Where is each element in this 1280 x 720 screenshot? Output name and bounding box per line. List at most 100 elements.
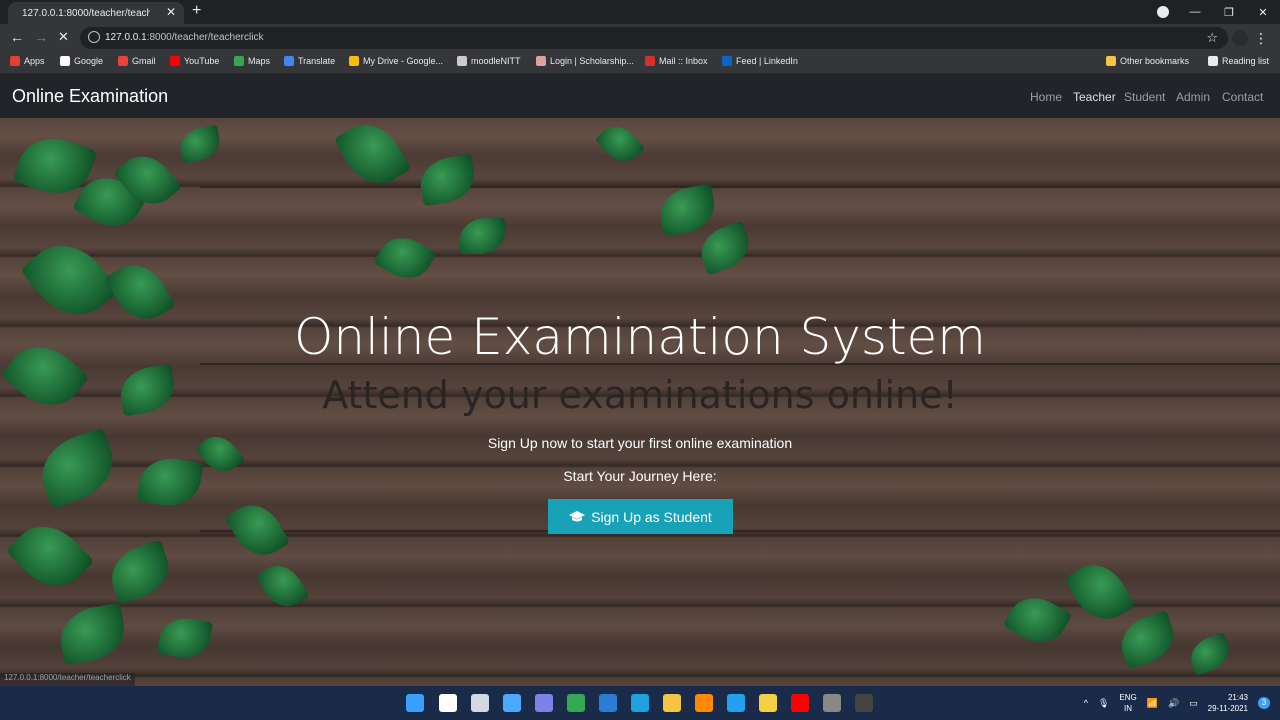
bookmark-item[interactable]: My Drive - Google... bbox=[349, 56, 443, 66]
address-bar[interactable]: 127.0.0.1:8000/teacher/teacherclick ☆ bbox=[80, 27, 1228, 49]
bookmark-label: Gmail bbox=[132, 56, 156, 66]
tab-title: 127.0.0.1:8000/teacher/teachercli bbox=[22, 7, 150, 19]
bookmark-item[interactable]: moodleNITT bbox=[457, 56, 521, 66]
ivy-leaf bbox=[103, 539, 177, 605]
bookmark-label: Mail :: Inbox bbox=[659, 56, 708, 66]
wood-plank-seam bbox=[200, 530, 1280, 532]
hero-title: Online Examination System bbox=[293, 308, 987, 366]
bookmark-star-icon[interactable]: ☆ bbox=[1206, 30, 1218, 46]
site-info-icon[interactable] bbox=[88, 31, 100, 43]
bookmark-item[interactable]: Google bbox=[60, 56, 103, 66]
widgets-icon[interactable] bbox=[503, 694, 521, 712]
bookmark-favicon-icon bbox=[60, 56, 70, 66]
task-view-icon[interactable] bbox=[471, 694, 489, 712]
windows-start-icon[interactable] bbox=[406, 694, 424, 712]
site-navbar: Online Examination Home Teacher Student … bbox=[0, 75, 1280, 118]
ivy-leaf bbox=[694, 220, 756, 276]
nav-link-admin[interactable]: Admin bbox=[1176, 90, 1210, 104]
hero-tagline: Sign Up now to start your first online e… bbox=[487, 435, 793, 451]
ivy-leaf bbox=[373, 228, 437, 288]
tray-overflow-icon[interactable]: ^ bbox=[1084, 698, 1088, 708]
nav-link-teacher[interactable]: Teacher bbox=[1073, 90, 1116, 104]
site-brand[interactable]: Online Examination bbox=[12, 86, 168, 107]
tab-close-icon[interactable]: ✕ bbox=[166, 5, 176, 19]
app-icon[interactable] bbox=[823, 694, 841, 712]
stop-loading-button[interactable]: ✕ bbox=[58, 30, 69, 44]
status-url: 127.0.0.1:8000/teacher/teacherclick bbox=[0, 673, 135, 686]
ivy-leaf bbox=[177, 124, 223, 164]
ivy-leaf bbox=[156, 613, 214, 663]
bookmark-label: My Drive - Google... bbox=[363, 56, 444, 66]
tab-strip: 127.0.0.1:8000/teacher/teachercli ✕ + — … bbox=[0, 0, 1280, 24]
avatar[interactable] bbox=[1232, 30, 1248, 46]
chrome-icon[interactable] bbox=[567, 694, 585, 712]
web-page: Online Examination Home Teacher Student … bbox=[0, 75, 1280, 686]
maximize-button[interactable]: ❐ bbox=[1212, 6, 1246, 19]
bookmark-label: Feed | LinkedIn bbox=[736, 56, 798, 66]
windows-taskbar: ^ 🎙 ENG IN 📶 🔊 ▭ 21:43 29-11-2021 3 bbox=[0, 686, 1280, 720]
nav-link-home[interactable]: Home bbox=[1030, 90, 1062, 104]
profile-icon[interactable] bbox=[1157, 6, 1169, 18]
bookmark-item[interactable]: YouTube bbox=[170, 56, 219, 66]
hero-subtitle: Attend your examinations online! bbox=[322, 373, 958, 417]
bookmark-label: Reading list bbox=[1222, 56, 1270, 66]
bookmark-label: moodleNITT bbox=[471, 56, 521, 66]
bookmark-item[interactable]: Gmail bbox=[118, 56, 156, 66]
bookmark-favicon-icon bbox=[234, 56, 244, 66]
bookmark-favicon-icon bbox=[536, 56, 546, 66]
bookmark-item[interactable]: Maps bbox=[234, 56, 270, 66]
file-explorer-icon[interactable] bbox=[663, 694, 681, 712]
ivy-leaf bbox=[1064, 554, 1136, 630]
bookmark-favicon-icon bbox=[10, 56, 20, 66]
microphone-icon[interactable]: 🎙 bbox=[1098, 698, 1109, 709]
new-tab-button[interactable]: + bbox=[192, 2, 201, 20]
graduation-cap-icon bbox=[569, 510, 586, 521]
bookmark-item[interactable]: Translate bbox=[284, 56, 335, 66]
ivy-leaf bbox=[656, 183, 719, 237]
ivy-leaf bbox=[1114, 609, 1181, 671]
search-icon[interactable] bbox=[439, 694, 457, 712]
bookmark-item[interactable]: Feed | LinkedIn bbox=[722, 56, 798, 66]
bookmark-item[interactable]: Reading list bbox=[1208, 56, 1269, 66]
bookmark-label: Apps bbox=[24, 56, 45, 66]
bookmark-item[interactable]: Login | Scholarship... bbox=[536, 56, 634, 66]
nav-link-contact[interactable]: Contact bbox=[1222, 90, 1263, 104]
terminal-icon[interactable] bbox=[855, 694, 873, 712]
browser-toolbar: ← → ✕ 127.0.0.1:8000/teacher/teacherclic… bbox=[0, 24, 1280, 52]
close-window-button[interactable]: ✕ bbox=[1246, 6, 1280, 19]
back-button[interactable]: ← bbox=[10, 30, 24, 44]
bookmark-item[interactable]: Other bookmarks bbox=[1106, 56, 1189, 66]
bookmarks-bar: Apps Google Gmail YouTube Maps Translate My Dr… bbox=[0, 52, 1280, 74]
volume-icon[interactable]: 🔊 bbox=[1168, 698, 1179, 709]
forward-button[interactable]: → bbox=[34, 30, 48, 44]
ivy-leaf bbox=[224, 495, 291, 565]
sign-up-student-label: Sign Up as Student bbox=[591, 508, 712, 525]
ivy-leaf bbox=[5, 511, 95, 601]
minimize-button[interactable]: — bbox=[1178, 6, 1212, 18]
browser-tab[interactable]: 127.0.0.1:8000/teacher/teachercli ✕ bbox=[8, 2, 184, 24]
mail-icon[interactable] bbox=[599, 694, 617, 712]
bookmark-favicon-icon bbox=[170, 56, 180, 66]
edge-icon[interactable] bbox=[631, 694, 649, 712]
teams-chat-icon[interactable] bbox=[535, 694, 553, 712]
nav-link-student[interactable]: Student bbox=[1124, 90, 1165, 104]
youtube-icon[interactable] bbox=[791, 694, 809, 712]
language-indicator[interactable]: ENG IN bbox=[1119, 692, 1136, 714]
bookmark-label: Translate bbox=[298, 56, 336, 66]
bookmark-item[interactable]: Mail :: Inbox bbox=[645, 56, 708, 66]
battery-icon[interactable]: ▭ bbox=[1189, 698, 1198, 709]
ivy-leaf bbox=[416, 153, 479, 207]
bookmark-label: YouTube bbox=[184, 56, 220, 66]
vscode-icon[interactable] bbox=[727, 694, 745, 712]
menu-icon[interactable]: ⋮ bbox=[1254, 30, 1268, 47]
notes-icon[interactable] bbox=[759, 694, 777, 712]
reading-list-icon bbox=[1208, 56, 1218, 66]
clock[interactable]: 21:43 29-11-2021 bbox=[1208, 692, 1248, 714]
sign-up-student-button[interactable]: Sign Up as Student bbox=[548, 499, 733, 534]
notification-badge[interactable]: 3 bbox=[1258, 697, 1270, 709]
vlc-icon[interactable] bbox=[695, 694, 713, 712]
bookmark-item[interactable]: Apps bbox=[10, 56, 45, 66]
window-controls: — ❐ ✕ bbox=[1178, 0, 1280, 24]
wifi-icon[interactable]: 📶 bbox=[1147, 698, 1158, 709]
ivy-leaf bbox=[1002, 587, 1073, 653]
